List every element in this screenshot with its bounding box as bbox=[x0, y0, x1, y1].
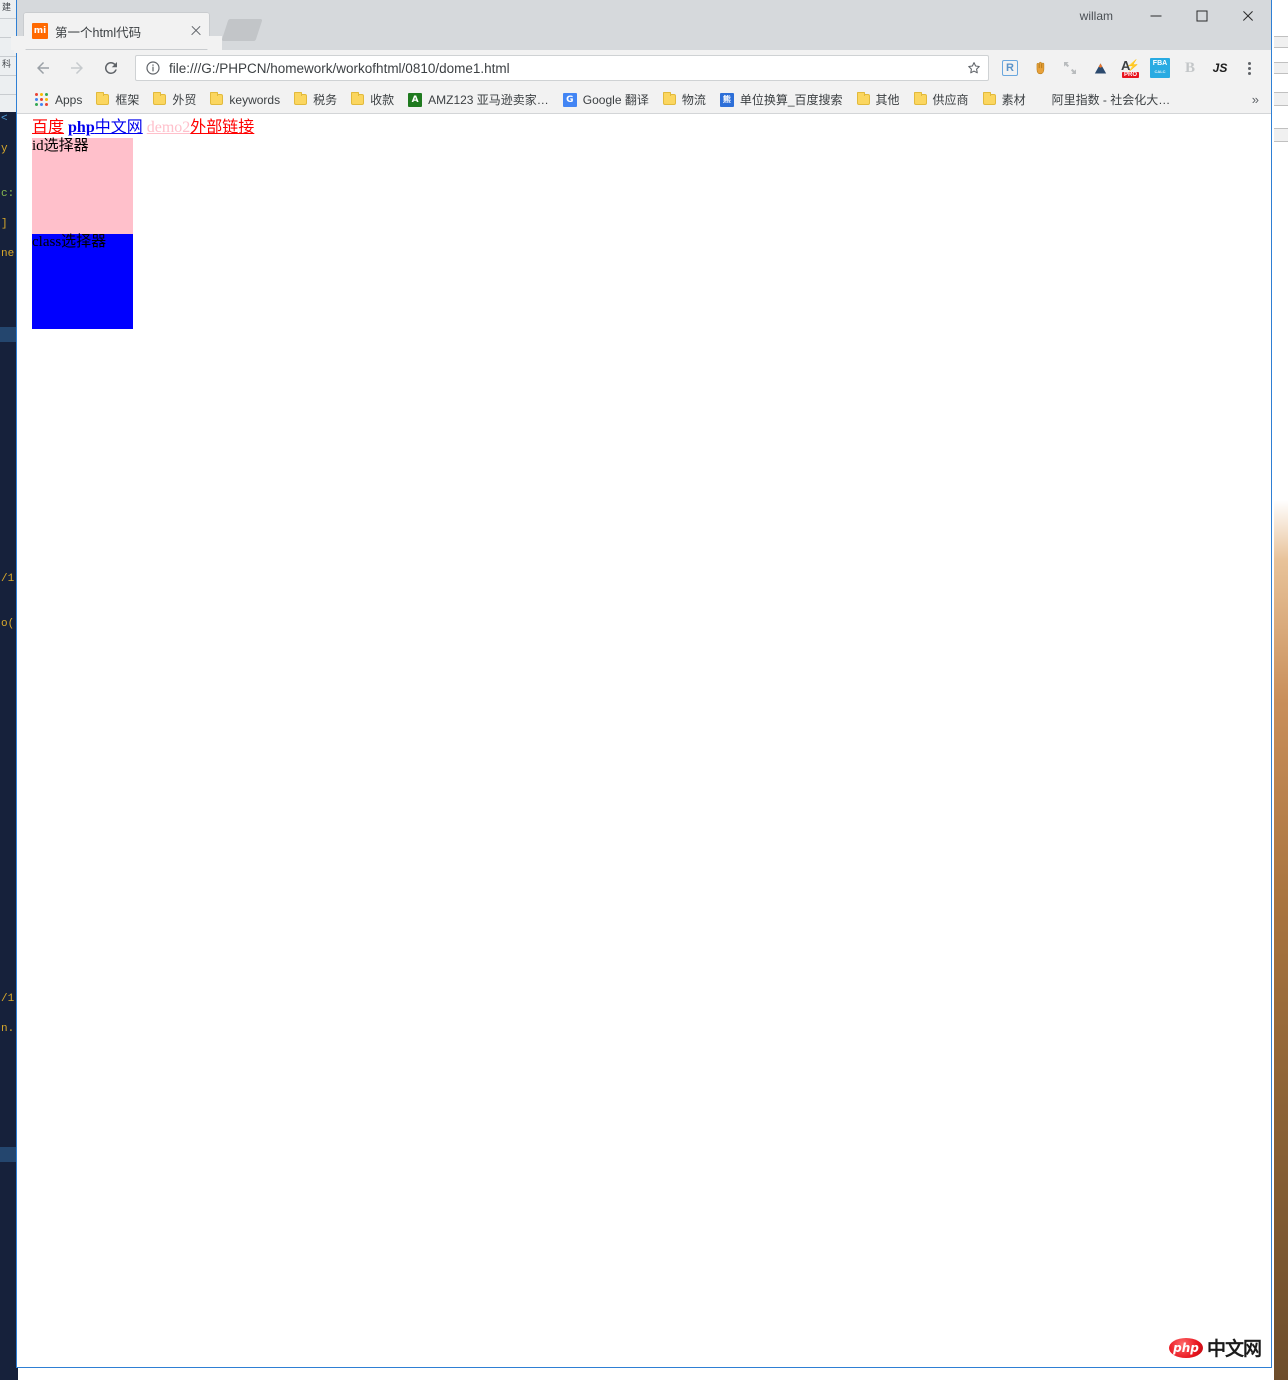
bookmark-item-12[interactable]: 阿里指数 - 社会化大… bbox=[1046, 89, 1177, 111]
minimize-button[interactable] bbox=[1133, 0, 1179, 32]
background-window-edge bbox=[1274, 62, 1288, 74]
helium-hand-extension-icon[interactable] bbox=[1025, 54, 1055, 82]
bookmark-item-4[interactable]: 收款 bbox=[345, 89, 400, 111]
bookmark-label: 单位换算_百度搜索 bbox=[739, 93, 843, 107]
address-bar[interactable]: file:///G:/PHPCN/homework/workofhtml/081… bbox=[135, 55, 989, 81]
maximize-button[interactable] bbox=[1179, 0, 1225, 32]
link-external[interactable]: 外部链接 bbox=[190, 119, 254, 136]
reload-button[interactable] bbox=[97, 54, 125, 82]
editor-tab: 科 bbox=[0, 57, 17, 76]
bookmark-item-8[interactable]: 熊 单位换算_百度搜索 bbox=[714, 89, 849, 111]
bookmark-label: 供应商 bbox=[932, 93, 969, 107]
bookmark-label: Google 翻译 bbox=[582, 93, 649, 107]
profile-name-label[interactable]: willam bbox=[1080, 9, 1113, 23]
background-window-edge bbox=[1274, 92, 1288, 106]
browser-tab[interactable]: mi 第一个html代码 bbox=[11, 12, 222, 50]
window-controls: willam bbox=[1080, 0, 1271, 32]
bookmark-label: 阿里指数 - 社会化大… bbox=[1051, 93, 1171, 107]
bookmark-item-2[interactable]: keywords bbox=[204, 89, 286, 111]
link-row: 百度 php中文网 demo2外部链接 bbox=[32, 118, 254, 137]
bookmarks-overflow-button[interactable]: » bbox=[1246, 92, 1265, 107]
background-window-edge bbox=[1274, 128, 1288, 142]
id-selector-box: id选择器 bbox=[32, 138, 133, 234]
bookmark-label: 收款 bbox=[370, 93, 395, 107]
bookmark-apps[interactable]: Apps bbox=[29, 89, 88, 111]
link-demo2[interactable]: demo2 bbox=[147, 119, 191, 136]
link-php-chinese-net[interactable]: php中文网 bbox=[68, 119, 143, 136]
page-info-icon[interactable] bbox=[145, 60, 161, 76]
bookmark-label: 税务 bbox=[313, 93, 338, 107]
link-baidu[interactable]: 百度 bbox=[32, 119, 64, 136]
expand-arrows-extension-icon[interactable] bbox=[1055, 54, 1085, 82]
bookmark-item-11[interactable]: 素材 bbox=[977, 89, 1032, 111]
folder-icon bbox=[294, 92, 308, 105]
folder-icon bbox=[210, 92, 224, 105]
folder-icon bbox=[856, 92, 870, 105]
folder-icon bbox=[153, 92, 167, 105]
bookmark-item-5[interactable]: A AMZ123 亚马逊卖家… bbox=[402, 89, 555, 111]
chrome-browser-window: mi 第一个html代码 willam file:///G:/PHPCN/hom… bbox=[11, 0, 1272, 1368]
close-tab-icon[interactable] bbox=[188, 23, 204, 39]
link-php-prefix-text: php bbox=[68, 119, 95, 136]
bookmark-label: 外贸 bbox=[172, 93, 197, 107]
bookmark-item-1[interactable]: 外贸 bbox=[147, 89, 202, 111]
bookmark-item-3[interactable]: 税务 bbox=[288, 89, 343, 111]
link-php-suffix-text: 中文网 bbox=[94, 119, 143, 136]
bookmark-item-9[interactable]: 其他 bbox=[851, 89, 906, 111]
back-button[interactable] bbox=[29, 54, 57, 82]
folder-icon bbox=[351, 92, 365, 105]
bookmark-item-6[interactable]: G Google 翻译 bbox=[557, 89, 655, 111]
tab-strip: mi 第一个html代码 willam bbox=[11, 0, 1271, 50]
browser-toolbar: file:///G:/PHPCN/homework/workofhtml/081… bbox=[17, 50, 1271, 86]
desktop-background: 建 科 < y c: ] ne /1 o( /1 n. mi 第一个html代码… bbox=[0, 0, 1288, 1380]
js-extension-icon[interactable]: JS bbox=[1205, 54, 1235, 82]
rendered-html-document: 百度 php中文网 demo2外部链接 id选择器 class选择器 bbox=[17, 114, 1271, 1367]
close-window-button[interactable] bbox=[1225, 0, 1271, 32]
bookmarks-bar: Apps 框架 外贸 keywords 税务 收款 A AMZ123 亚马逊卖家… bbox=[17, 86, 1271, 114]
apps-grid-icon bbox=[35, 93, 48, 106]
bookmark-item-7[interactable]: 物流 bbox=[657, 89, 712, 111]
editor-tab: 建 bbox=[0, 0, 17, 19]
page-viewport: 百度 php中文网 demo2外部链接 id选择器 class选择器 php 中… bbox=[17, 114, 1271, 1367]
amz-pro-extension-icon[interactable]: A ⚡ PRO bbox=[1115, 54, 1145, 82]
amz123-favicon-icon: A bbox=[408, 92, 423, 107]
chrome-menu-icon[interactable] bbox=[1235, 54, 1263, 82]
bookmark-label: 其他 bbox=[875, 93, 900, 107]
tab-title: 第一个html代码 bbox=[55, 25, 142, 40]
extension-icons: R A ⚡ PRO FBA CALC B JS bbox=[995, 54, 1263, 82]
bookmark-label: Apps bbox=[55, 92, 83, 107]
google-translate-favicon-icon: G bbox=[562, 92, 577, 107]
bookmark-label: keywords bbox=[229, 92, 281, 107]
bookmark-label: 框架 bbox=[115, 93, 140, 107]
folder-icon bbox=[913, 92, 927, 105]
bookmark-label: AMZ123 亚马逊卖家… bbox=[428, 93, 549, 107]
rank-tracker-extension-icon[interactable]: R bbox=[995, 54, 1025, 82]
background-window-edge bbox=[1274, 36, 1288, 48]
b-extension-icon[interactable]: B bbox=[1175, 54, 1205, 82]
bookmark-label: 素材 bbox=[1001, 93, 1026, 107]
folder-icon bbox=[982, 92, 996, 105]
bookmark-star-icon[interactable] bbox=[966, 60, 982, 76]
mountain-triangle-extension-icon[interactable] bbox=[1085, 54, 1115, 82]
xiaomi-favicon-icon: mi bbox=[32, 23, 48, 39]
bookmark-item-0[interactable]: 框架 bbox=[90, 89, 145, 111]
baidu-favicon-icon: 熊 bbox=[719, 92, 734, 107]
class-selector-box: class选择器 bbox=[32, 234, 133, 329]
new-tab-button[interactable] bbox=[221, 19, 263, 41]
editor-tab bbox=[0, 76, 17, 95]
forward-button[interactable] bbox=[63, 54, 91, 82]
folder-icon bbox=[96, 92, 110, 105]
bookmark-label: 物流 bbox=[681, 93, 706, 107]
background-wallpaper bbox=[1274, 0, 1288, 1380]
bookmark-item-10[interactable]: 供应商 bbox=[908, 89, 975, 111]
folder-icon bbox=[662, 92, 676, 105]
url-text[interactable]: file:///G:/PHPCN/homework/workofhtml/081… bbox=[169, 61, 966, 76]
fba-calculator-extension-icon[interactable]: FBA CALC bbox=[1145, 54, 1175, 82]
